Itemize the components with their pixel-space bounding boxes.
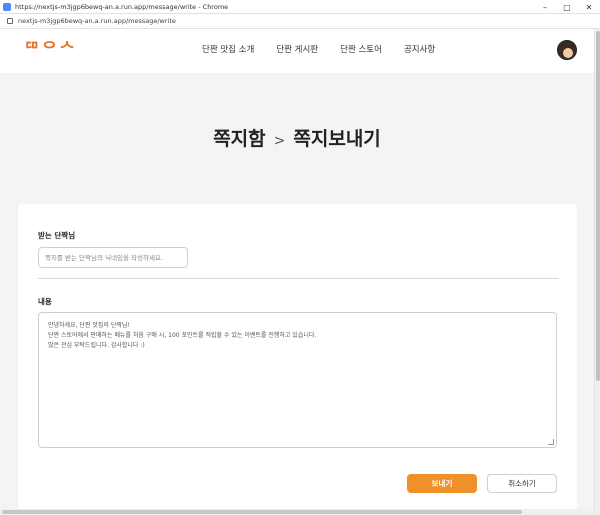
nav-item-board[interactable]: 단짠 게시판 [276,43,318,55]
window-title: https://nextjs-m3jgp6bewq-an.a.run.app/m… [15,2,229,11]
vertical-scrollbar-thumb[interactable] [596,31,600,381]
close-icon[interactable]: ✕ [578,0,600,14]
recipient-input[interactable] [38,247,188,268]
page-title: 쪽지함 > 쪽지보내기 [0,124,594,151]
lock-icon [7,18,13,24]
vertical-scrollbar[interactable] [594,29,600,515]
nav-item-store[interactable]: 단짠 스토어 [340,43,382,55]
send-button[interactable]: 보내기 [407,474,477,493]
content-textarea[interactable]: 안녕하세요, 단짠 맛집의 단짝님! 단짠 스토어에서 판매하는 메뉴를 처음 … [38,312,557,448]
content-label: 내용 [38,297,52,306]
content-line: 안녕하세요, 단짠 맛집의 단짝님! [48,322,130,329]
site-header: ᄃᄆᄋᄉ 단짠 맛집 소개 단짠 게시판 단짠 스토어 공지사항 [0,29,594,73]
nav-item-restaurants[interactable]: 단짠 맛집 소개 [202,43,254,55]
address-url[interactable]: nextjs-m3jgp6bewq-an.a.run.app/message/w… [18,17,176,25]
recipient-label: 받는 단짝님 [38,231,76,240]
breadcrumb-parent[interactable]: 쪽지함 [213,128,265,150]
content-line: 많은 관심 부탁드립니다. 감사합니다 :) [48,342,145,349]
page-favicon-icon [3,2,11,11]
browser-titlebar: https://nextjs-m3jgp6bewq-an.a.run.app/m… [0,0,600,14]
window-controls: – □ ✕ [534,0,600,14]
horizontal-scrollbar[interactable] [0,509,594,515]
breadcrumb-separator: > [273,133,286,149]
content-line: 단짠 스토어에서 판매하는 메뉴를 처음 구매 시, 100 포인트를 적립할 … [48,332,317,339]
resize-grip-icon[interactable] [548,439,554,445]
breadcrumb-current: 쪽지보내기 [293,128,381,150]
avatar-face-icon [563,48,573,58]
address-bar[interactable]: nextjs-m3jgp6bewq-an.a.run.app/message/w… [0,14,600,29]
main-nav: 단짠 맛집 소개 단짠 게시판 단짠 스토어 공지사항 [202,43,457,55]
form-divider [38,278,559,279]
maximize-icon[interactable]: □ [556,0,578,14]
cancel-button[interactable]: 취소하기 [487,474,557,493]
minimize-icon[interactable]: – [534,0,556,14]
logo-text: ᄃᄆᄋᄉ [24,40,77,60]
message-form-card: 받는 단짝님 내용 안녕하세요, 단짠 맛집의 단짝님! 단짠 스토어에서 판매… [18,204,577,515]
user-avatar[interactable] [557,40,577,60]
nav-item-notice[interactable]: 공지사항 [404,43,435,55]
horizontal-scrollbar-thumb[interactable] [2,510,522,514]
site-logo[interactable]: ᄃᄆᄋᄉ [24,40,94,60]
